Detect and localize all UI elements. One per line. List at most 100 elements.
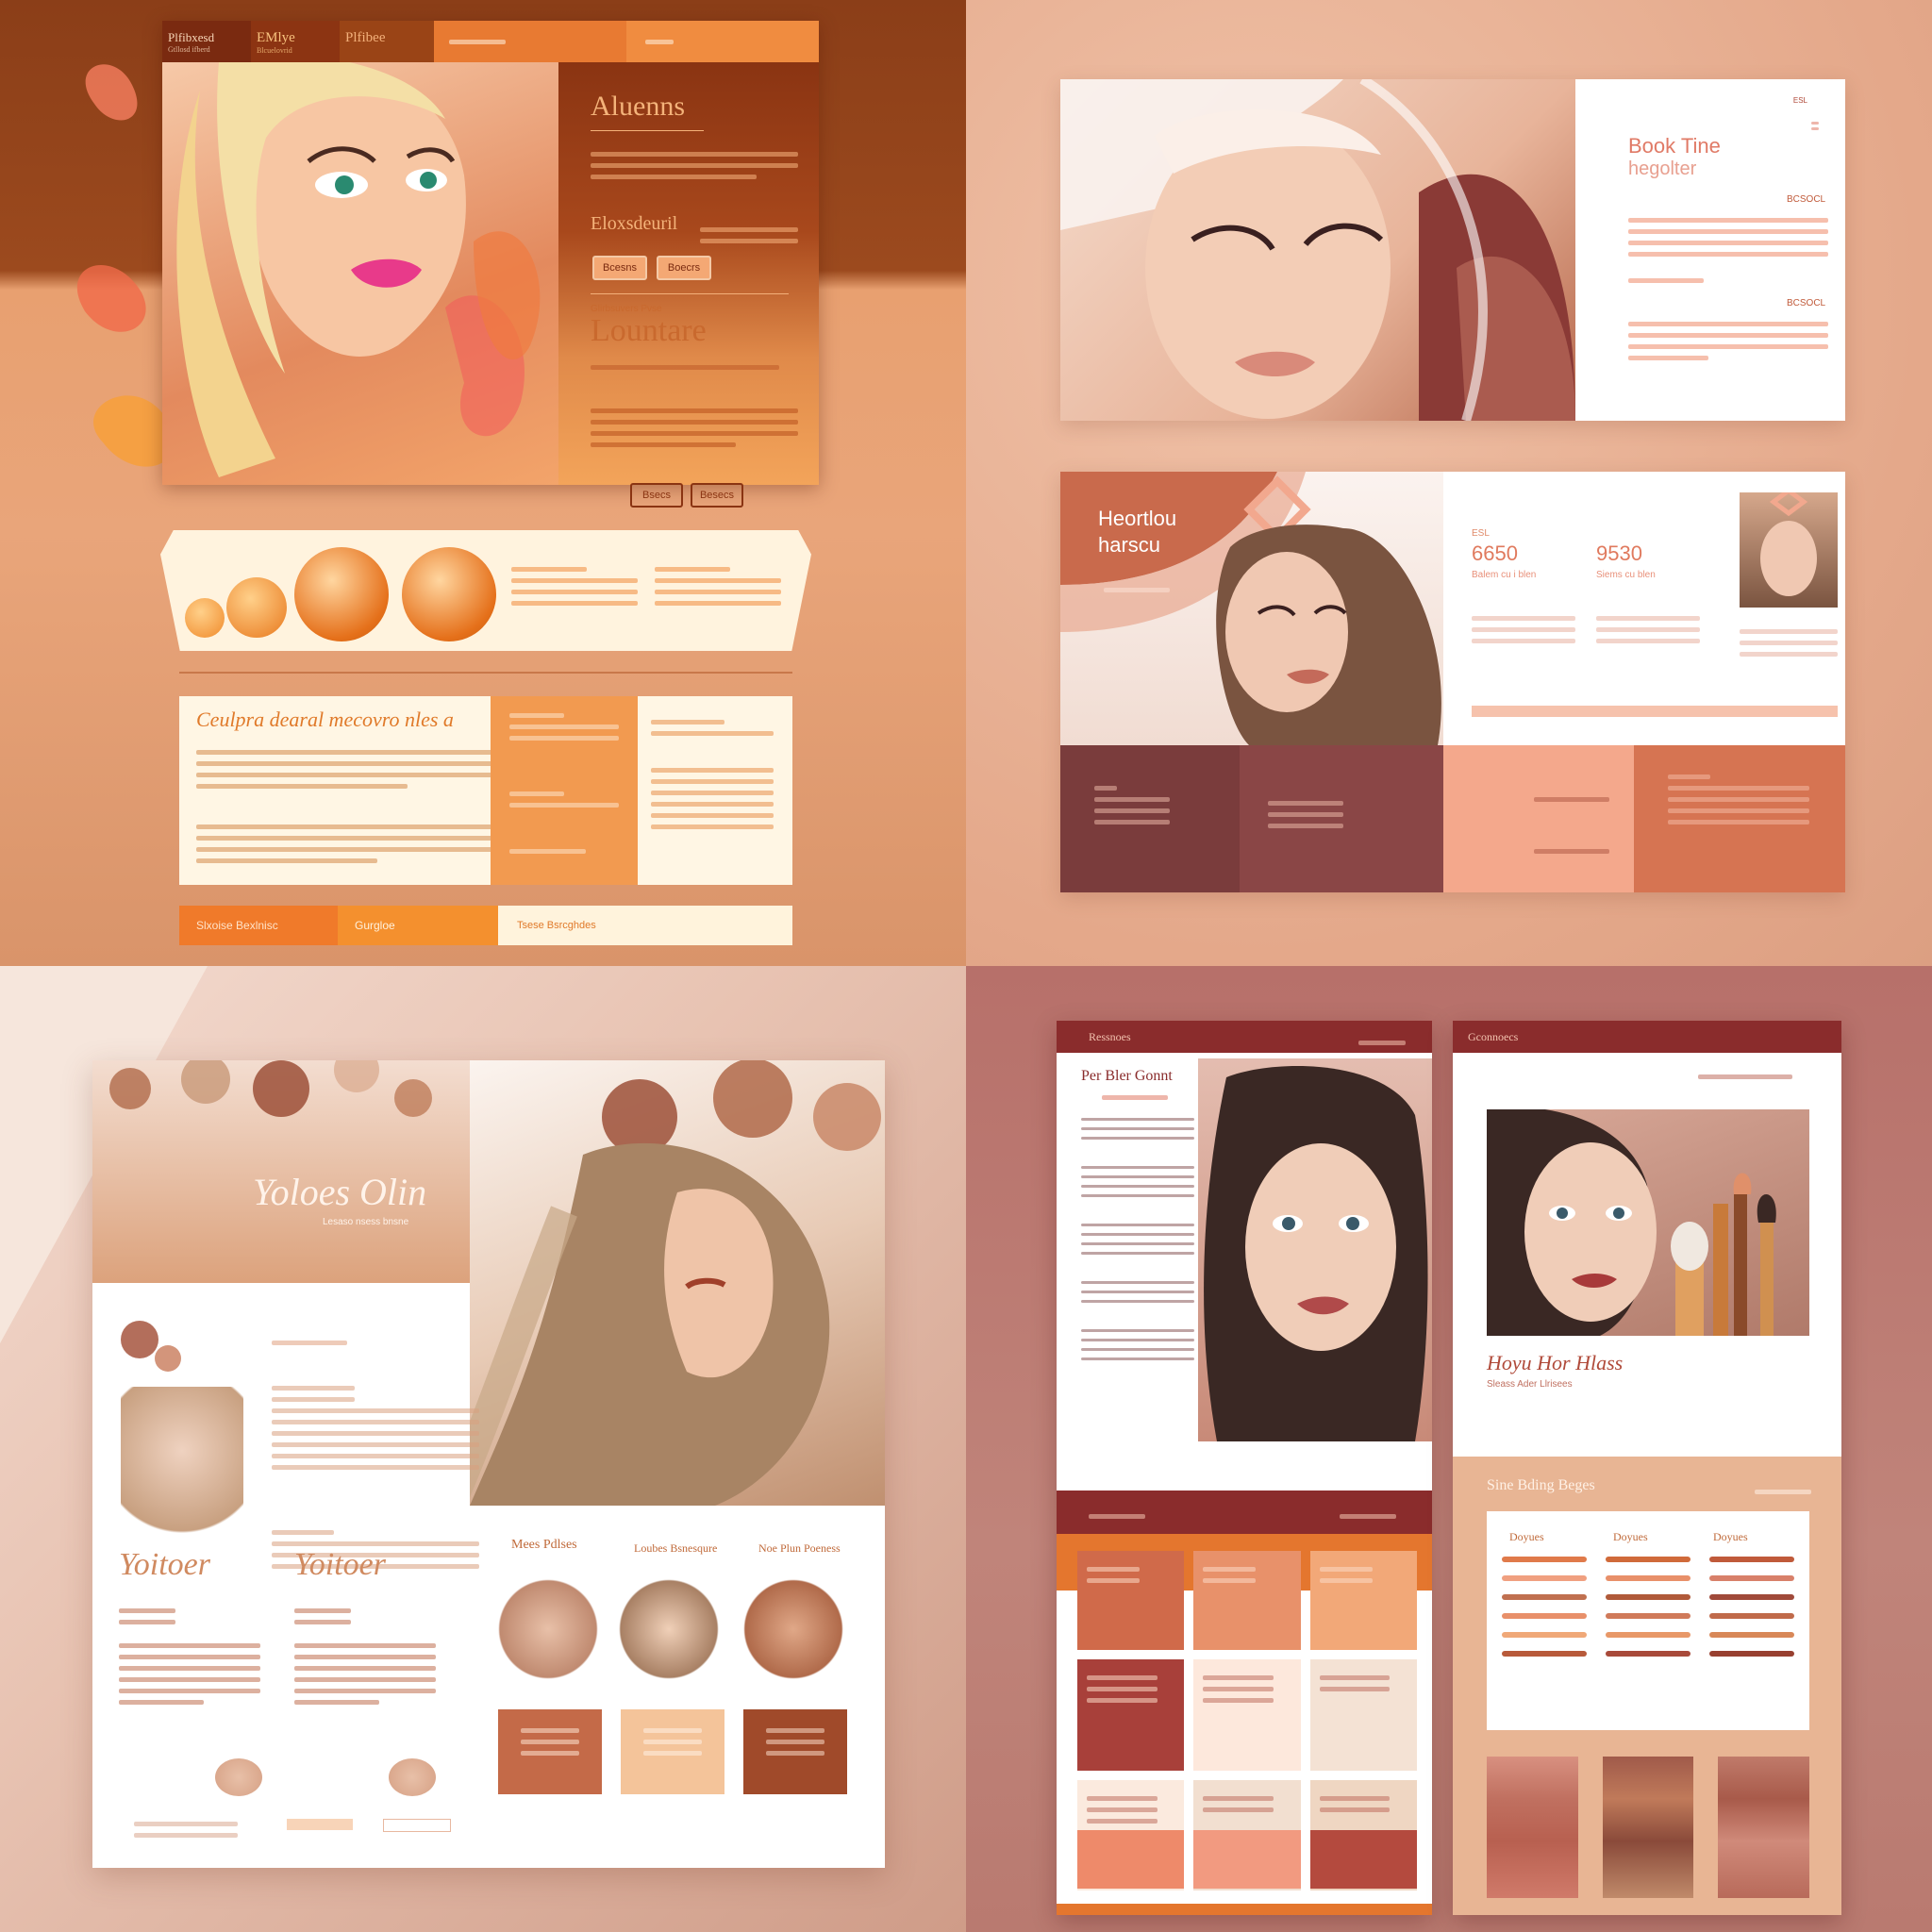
section-label: BCSOCL (1787, 194, 1826, 205)
price-tag[interactable] (621, 1709, 724, 1794)
swatch[interactable] (1709, 1632, 1794, 1638)
page-title: Yoloes Olin (253, 1171, 427, 1213)
feature-strip (160, 530, 811, 651)
section-line (1755, 1483, 1811, 1501)
price-tag[interactable] (743, 1709, 847, 1794)
swatch[interactable] (1502, 1594, 1587, 1600)
rose-decoration (111, 1311, 206, 1396)
intro-text (272, 1379, 479, 1575)
service-list (119, 1602, 260, 1711)
nav-item[interactable]: EMlye Blcuelovrid (251, 21, 340, 62)
swatch[interactable] (1502, 1575, 1587, 1581)
swatch[interactable] (1709, 1651, 1794, 1657)
booking-title: Book Tine (1628, 134, 1721, 158)
nav-item[interactable] (626, 21, 819, 62)
stat-value: 9530 (1596, 541, 1642, 565)
product-tile[interactable] (1077, 1659, 1185, 1771)
cta-button[interactable] (383, 1819, 451, 1832)
swatch[interactable] (1502, 1557, 1587, 1562)
woman-portrait-photo (1060, 75, 1575, 423)
secondary-button[interactable]: Besecs (691, 483, 743, 508)
product-tile[interactable] (1309, 1551, 1417, 1651)
nav-item[interactable]: Plfibxesd Gtllosd ifberd (162, 21, 251, 62)
swatch[interactable] (1709, 1613, 1794, 1619)
swatch[interactable] (1606, 1594, 1690, 1600)
salon-card: Yoloes Olin Lesaso nsess bnsne Yoitoer Y… (92, 1047, 885, 1868)
menu-icon[interactable] (1596, 119, 1819, 133)
quadrant-salon-page: Yoloes Olin Lesaso nsess bnsne Yoitoer Y… (0, 966, 966, 1932)
swatch[interactable] (1606, 1651, 1690, 1657)
swatch[interactable] (1502, 1613, 1587, 1619)
list-column (651, 713, 774, 836)
portrait-photo (121, 1387, 243, 1547)
gallery-photo[interactable] (496, 1568, 600, 1690)
product-tile[interactable] (1309, 1830, 1417, 1889)
header-line (1698, 1068, 1792, 1086)
divider (179, 672, 792, 674)
product-tile[interactable] (1193, 1551, 1301, 1651)
product-row (1077, 1830, 1417, 1889)
price-list (1628, 272, 1704, 290)
progress-bar (1472, 706, 1838, 717)
swatch[interactable] (1606, 1613, 1690, 1619)
product-tile[interactable] (1193, 1659, 1301, 1771)
section-label (272, 1334, 347, 1352)
rose-icon (389, 1758, 436, 1796)
swatch[interactable] (1502, 1651, 1587, 1657)
nav-item[interactable]: Plfibee (340, 21, 434, 62)
feature-text (655, 560, 781, 612)
swatch[interactable] (1709, 1557, 1794, 1562)
corner-tag: ESL (1792, 96, 1807, 105)
cta-button[interactable] (287, 1819, 353, 1830)
info-block (1634, 745, 1845, 892)
swatch[interactable] (1606, 1632, 1690, 1638)
secondary-button[interactable]: Boecrs (657, 256, 711, 280)
footer-link[interactable]: Slxoise Bexlnisc (179, 906, 338, 945)
gallery-photo[interactable] (617, 1568, 721, 1690)
nav-label: EMlye (257, 30, 295, 45)
nav-item[interactable] (434, 21, 626, 62)
page-subtitle-line (1102, 1089, 1168, 1107)
stat-value: 6650 (1472, 541, 1518, 565)
section-bar (1057, 1491, 1432, 1534)
palette-bars (1487, 1757, 1809, 1898)
stat-text (1596, 609, 1700, 650)
info-block (1060, 745, 1240, 892)
primary-button[interactable]: Bsecs (630, 483, 683, 508)
product-tile[interactable] (1309, 1659, 1417, 1771)
product-tile[interactable] (1193, 1830, 1301, 1889)
swatch[interactable] (1709, 1594, 1794, 1600)
palette-bar[interactable] (1718, 1757, 1809, 1898)
gallery-photo[interactable] (741, 1568, 845, 1690)
top-nav: Plfibxesd Gtllosd ifberd EMlye Blcuelovr… (162, 21, 819, 62)
page-subtitle: Sleass Ader Llrisees (1487, 1379, 1573, 1390)
body-text (1081, 1111, 1194, 1367)
header-label: Ressnoes (1089, 1030, 1131, 1043)
product-tile[interactable] (1077, 1830, 1185, 1889)
swatch[interactable] (1606, 1557, 1690, 1562)
paragraph-lines (591, 145, 798, 186)
palette-bar[interactable] (1602, 1757, 1694, 1898)
landing-window: Plfibxesd Gtllosd ifberd EMlye Blcuelovr… (162, 21, 819, 508)
rose-decoration (109, 1047, 432, 1117)
page-header: Ressnoes (1057, 1021, 1432, 1053)
footer-text (134, 1815, 238, 1844)
swatch-column-title: Doyues (1713, 1530, 1748, 1543)
color-blocks (1060, 745, 1845, 892)
primary-button[interactable]: Bcesns (592, 256, 647, 280)
product-tile[interactable] (1077, 1551, 1185, 1651)
paragraph-lines (700, 221, 798, 250)
swatch[interactable] (1502, 1632, 1587, 1638)
page-title: Per Bler Gonnt (1081, 1068, 1173, 1084)
price-tag[interactable] (498, 1709, 602, 1794)
footer-link[interactable]: Gurgloe (338, 906, 498, 945)
nav-label: Plfibxesd (168, 30, 215, 44)
hero-caption (1104, 581, 1170, 599)
palette-bar[interactable] (1487, 1757, 1578, 1898)
swatch[interactable] (1709, 1575, 1794, 1581)
product-icon (402, 547, 496, 641)
page-footer (1057, 1904, 1432, 1915)
swatch[interactable] (1606, 1575, 1690, 1581)
header-line (1358, 1034, 1406, 1052)
woman-portrait-photo (1204, 1066, 1428, 1441)
